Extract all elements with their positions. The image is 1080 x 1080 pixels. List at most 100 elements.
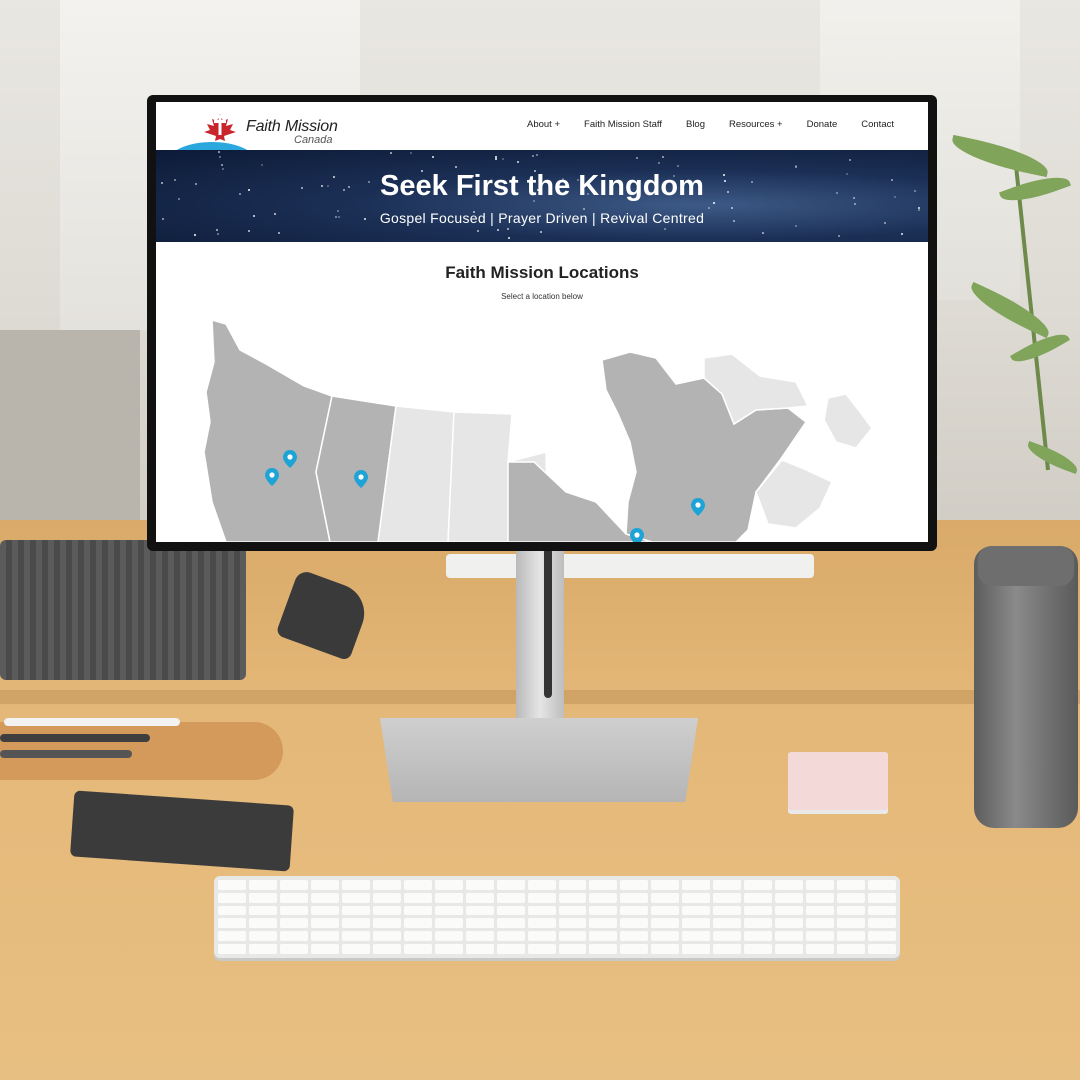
star	[216, 229, 218, 231]
website-screen: Faith Mission Canada About + Faith Missi…	[156, 102, 928, 542]
keyboard-key	[310, 918, 339, 929]
canada-map	[203, 318, 873, 542]
keyboard-key	[775, 905, 804, 916]
star	[261, 164, 263, 166]
nav-faith-mission-staff[interactable]: Faith Mission Staff	[572, 119, 674, 130]
keyboard-key	[744, 880, 773, 890]
sticky-notes	[788, 752, 888, 810]
keyboard-key	[465, 944, 494, 954]
keyboard-key	[620, 905, 649, 916]
star	[410, 152, 412, 154]
keyboard-key	[527, 944, 556, 954]
keyboard-key	[589, 944, 618, 954]
keyboard-key	[558, 892, 587, 903]
monitor-stand-base	[380, 718, 698, 802]
keyboard-key	[589, 880, 618, 890]
keyboard-key	[248, 892, 277, 903]
keyboard-key	[775, 880, 804, 890]
keyboard-key	[248, 944, 277, 954]
keyboard-key	[434, 931, 463, 942]
keyboard-key	[589, 931, 618, 942]
nav-donate[interactable]: Donate	[795, 119, 850, 130]
star	[662, 156, 664, 158]
pen	[4, 718, 180, 726]
hero-subtitle: Gospel Focused | Prayer Driven | Revival…	[379, 210, 705, 226]
keyboard-key	[806, 931, 835, 942]
nav-contact[interactable]: Contact	[849, 119, 906, 130]
keyboard-key	[310, 931, 339, 942]
keyboard-key	[806, 944, 835, 954]
keyboard-key	[558, 918, 587, 929]
thermos-cap	[978, 546, 1074, 586]
keyboard-key	[744, 892, 773, 903]
keyboard	[214, 876, 900, 958]
keyboard-key	[775, 892, 804, 903]
keyboard-key	[434, 944, 463, 954]
keyboard-key	[218, 944, 246, 954]
keyboard-key	[713, 918, 742, 929]
site-logo[interactable]: Faith Mission Canada	[162, 108, 352, 151]
keyboard-key	[558, 931, 587, 942]
keyboard-key	[372, 931, 401, 942]
keyboard-key	[372, 905, 401, 916]
keyboard-key	[682, 918, 711, 929]
desk-organizer	[0, 540, 246, 680]
keyboard-key	[527, 892, 556, 903]
keyboard-key	[868, 892, 896, 903]
keyboard-key	[310, 944, 339, 954]
keyboard-key	[527, 905, 556, 916]
keyboard-key	[310, 905, 339, 916]
keyboard-key	[496, 905, 525, 916]
star	[708, 207, 710, 209]
keyboard-key	[310, 892, 339, 903]
keyboard-key	[403, 944, 432, 954]
star	[455, 166, 457, 168]
keyboard-key	[682, 931, 711, 942]
nav-resources[interactable]: Resources +	[717, 119, 795, 130]
keyboard-key	[341, 905, 370, 916]
star	[497, 229, 499, 231]
keyboard-key	[279, 892, 308, 903]
keyboard-key	[527, 880, 556, 890]
star	[677, 165, 679, 167]
star	[219, 156, 221, 158]
monitor-stand-neck	[516, 548, 564, 744]
keyboard-key	[837, 931, 866, 942]
thermos-bottle	[974, 546, 1078, 828]
star	[731, 207, 733, 209]
keyboard-key	[496, 880, 525, 890]
star	[517, 161, 519, 163]
map-region-british-columbia[interactable]	[203, 318, 333, 542]
star	[218, 151, 220, 153]
keyboard-key	[248, 918, 277, 929]
nav-about[interactable]: About +	[515, 119, 572, 130]
keyboard-key	[279, 931, 308, 942]
keyboard-key	[465, 892, 494, 903]
map-pin-icon[interactable]	[630, 528, 644, 542]
keyboard-key	[248, 931, 277, 942]
keyboard-key	[651, 918, 680, 929]
keyboard-key	[527, 918, 556, 929]
keyboard-key	[558, 880, 587, 890]
keyboard-key	[775, 918, 804, 929]
keyboard-key	[218, 918, 246, 929]
keyboard-key	[465, 880, 494, 890]
keyboard-key	[218, 880, 246, 890]
keyboard-key	[744, 931, 773, 942]
keyboard-key	[713, 944, 742, 954]
star	[507, 228, 509, 230]
star	[536, 154, 538, 156]
keyboard-key	[341, 892, 370, 903]
keyboard-key	[403, 905, 432, 916]
keyboard-key	[651, 944, 680, 954]
keyboard-key	[620, 931, 649, 942]
star	[217, 233, 219, 235]
keyboard-key	[620, 892, 649, 903]
keyboard-key	[496, 918, 525, 929]
keyboard-key	[403, 880, 432, 890]
keyboard-key	[837, 880, 866, 890]
star	[194, 234, 196, 236]
star	[477, 230, 479, 232]
nav-blog[interactable]: Blog	[674, 119, 717, 130]
star	[390, 152, 392, 154]
